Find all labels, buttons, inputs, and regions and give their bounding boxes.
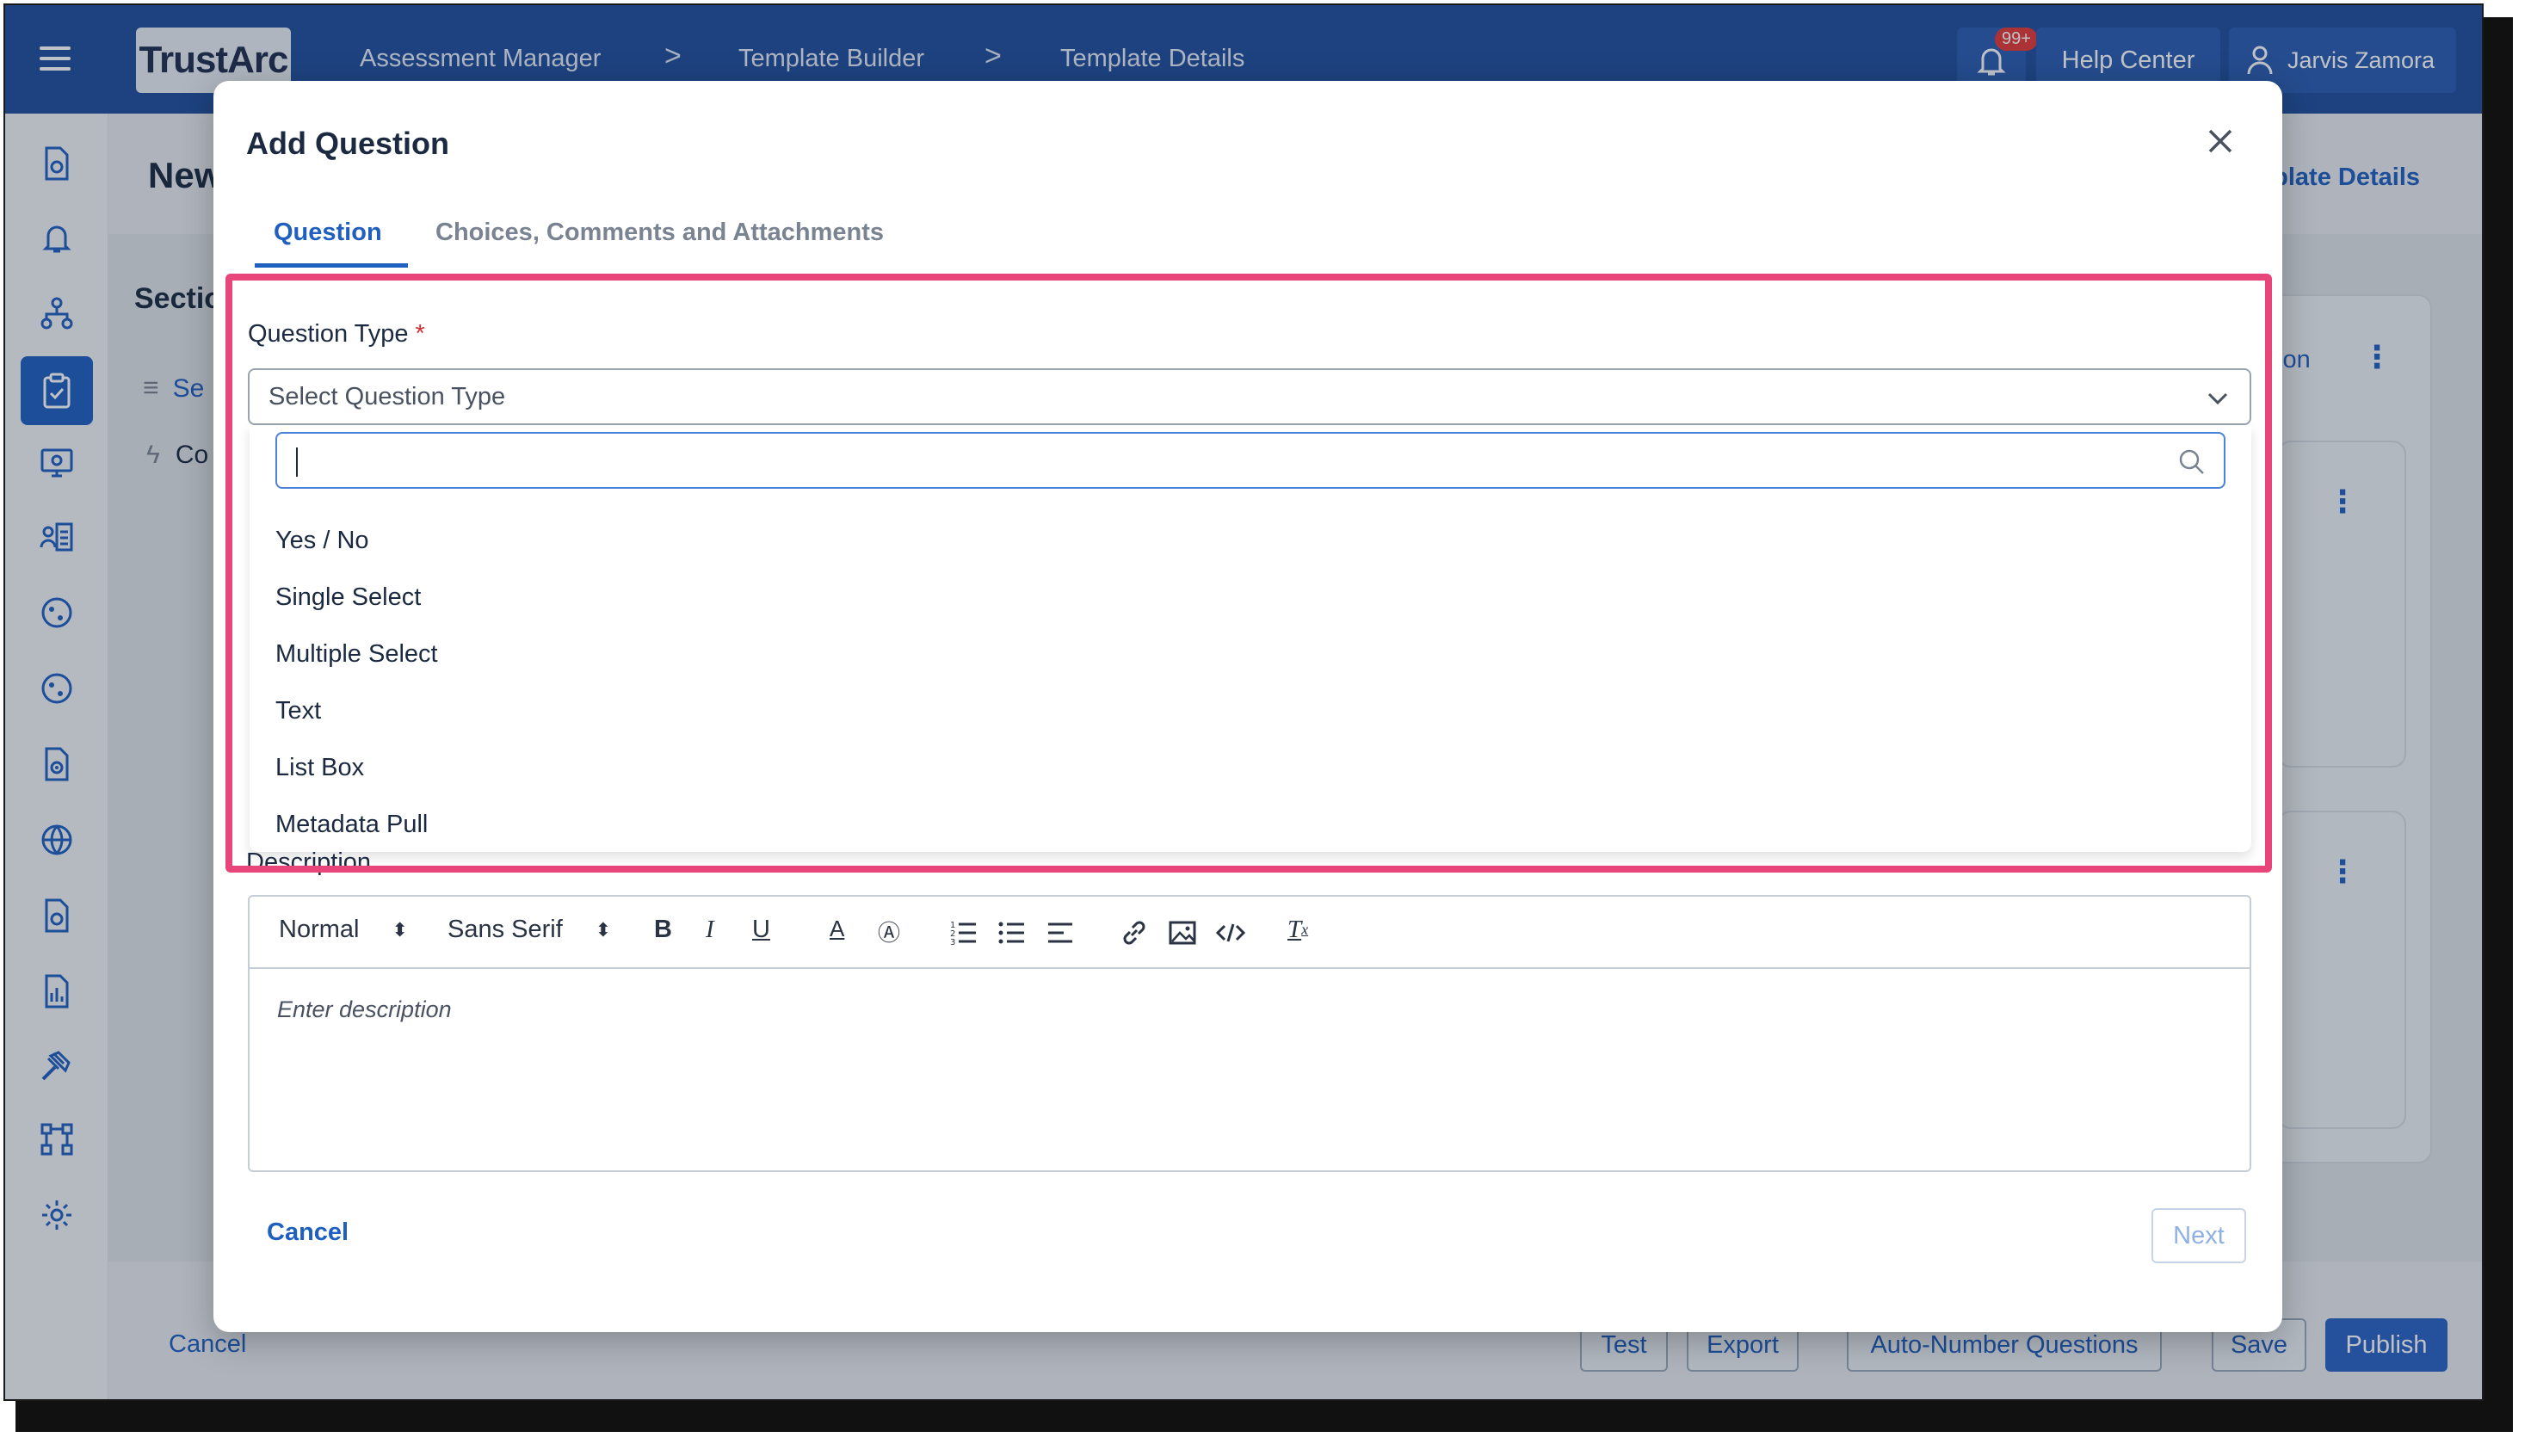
text-color-icon[interactable]: A — [830, 916, 844, 942]
option-yes-no[interactable]: Yes / No — [275, 527, 369, 555]
active-tab-indicator — [255, 263, 408, 268]
chevron-down-icon — [2207, 392, 2228, 405]
code-icon[interactable] — [1215, 917, 1246, 948]
required-marker: * — [415, 320, 425, 348]
svg-text:3: 3 — [950, 938, 955, 947]
question-type-label-text: Question Type — [248, 320, 409, 348]
highlight-color-icon[interactable]: Ⓐ — [878, 916, 900, 947]
option-list-box[interactable]: List Box — [275, 754, 364, 782]
clear-formatting-icon[interactable]: Tx — [1287, 916, 1308, 944]
align-icon[interactable] — [1045, 917, 1076, 948]
add-question-modal: Add Question Question Choices, Comments … — [213, 81, 2282, 1332]
question-type-search-input[interactable] — [275, 432, 2225, 489]
underline-icon[interactable]: U — [752, 916, 770, 944]
close-icon[interactable] — [2203, 124, 2238, 158]
question-type-dropdown: Yes / No Single Select Multiple Select T… — [250, 425, 2251, 852]
cancel-button[interactable]: Cancel — [267, 1218, 349, 1247]
question-type-select[interactable]: Select Question Type — [248, 368, 2251, 425]
font-select[interactable]: Sans Serif ⬍ — [448, 916, 611, 944]
bullet-list-icon[interactable] — [997, 917, 1028, 948]
description-placeholder: Enter description — [277, 996, 452, 1022]
italic-icon[interactable]: I — [706, 916, 714, 944]
question-type-placeholder: Select Question Type — [269, 382, 506, 410]
question-type-label: Question Type * — [248, 320, 425, 349]
option-single-select[interactable]: Single Select — [275, 583, 421, 612]
app-window: New plate Details Sectio ≡ Se ϟ Co ion ⋮ ⋮… — [3, 3, 2484, 1401]
tab-choices-comments-attachments[interactable]: Choices, Comments and Attachments — [435, 219, 884, 247]
description-label: Description — [246, 848, 372, 876]
option-text[interactable]: Text — [275, 697, 321, 725]
updown-icon: ⬍ — [392, 918, 408, 941]
heading-select-value: Normal — [279, 916, 360, 943]
modal-title: Add Question — [246, 126, 449, 161]
tab-question[interactable]: Question — [274, 219, 382, 247]
font-select-value: Sans Serif — [448, 916, 563, 943]
editor-toolbar: Normal ⬍ Sans Serif ⬍ B I U A Ⓐ 123 Tx — [250, 897, 2250, 969]
image-icon[interactable] — [1167, 917, 1198, 948]
heading-select[interactable]: Normal ⬍ — [279, 916, 408, 944]
ordered-list-icon[interactable]: 123 — [948, 917, 979, 948]
bold-icon[interactable]: B — [654, 916, 672, 944]
next-button[interactable]: Next — [2151, 1208, 2246, 1263]
updown-icon: ⬍ — [595, 918, 612, 941]
search-icon — [2179, 449, 2204, 474]
option-multiple-select[interactable]: Multiple Select — [275, 640, 438, 669]
text-cursor — [296, 447, 298, 477]
link-icon[interactable] — [1119, 917, 1150, 948]
option-metadata-pull[interactable]: Metadata Pull — [275, 811, 428, 839]
description-editor[interactable]: Normal ⬍ Sans Serif ⬍ B I U A Ⓐ 123 Tx E… — [248, 895, 2251, 1172]
